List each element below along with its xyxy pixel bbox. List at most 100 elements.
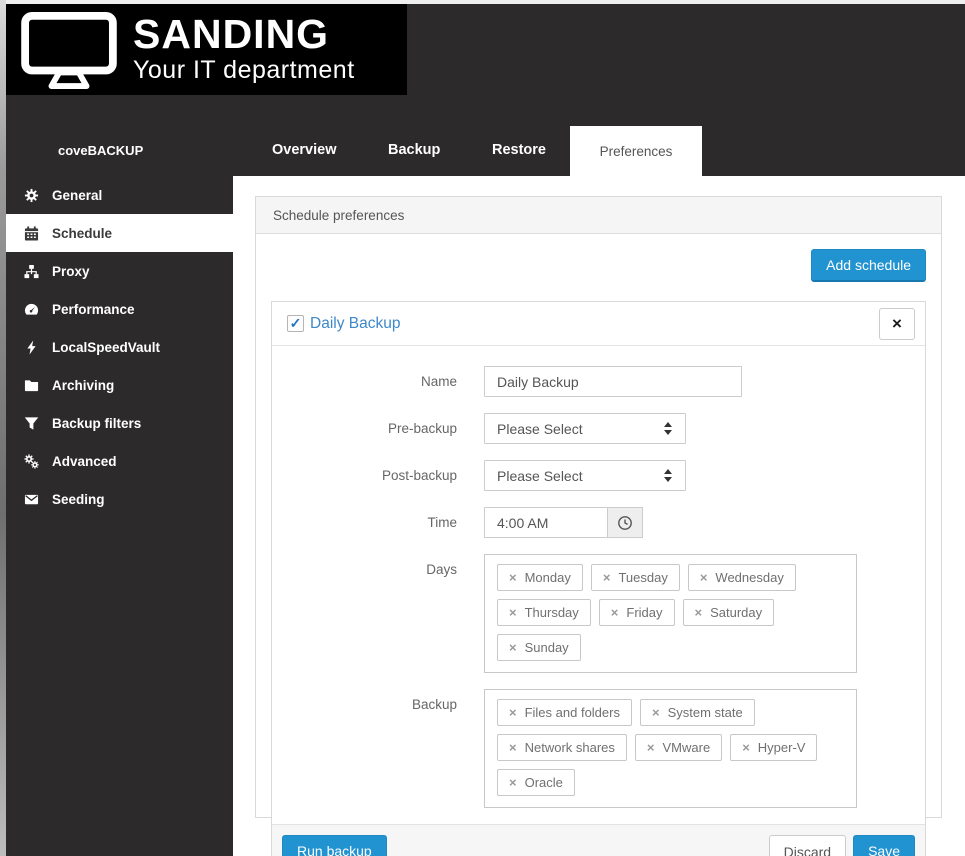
day-chip[interactable]: × Saturday (683, 599, 775, 626)
chip-label: VMware (663, 740, 711, 755)
tab-restore[interactable]: Restore (492, 142, 546, 158)
days-multiselect[interactable]: × Monday × Tuesday × Wednesday × Thursday ×Frida… (484, 554, 857, 673)
day-chip[interactable]: × Sunday (497, 634, 581, 661)
day-chip[interactable]: × Monday (497, 564, 583, 591)
chip-label: Saturday (710, 605, 762, 620)
days-row: Days ×Monday×Tuesday×Wednesday×Thursday×… (272, 554, 925, 673)
sidebar-item-label: Proxy (52, 264, 90, 279)
backup-chip[interactable]: × Network shares (497, 734, 627, 761)
pre-backup-select[interactable]: Please Select (484, 413, 686, 444)
chip-label: Monday (525, 570, 571, 585)
backup-row: Backup ×Files and folders×System state×N… (272, 689, 925, 808)
remove-icon[interactable]: × (700, 572, 708, 583)
backup-label: Backup (272, 689, 484, 808)
remove-icon[interactable]: × (509, 742, 517, 753)
schedule-preferences-panel: Schedule preferences Add schedule ✓ Dail… (255, 196, 942, 818)
envelope-icon (24, 492, 39, 507)
remove-icon[interactable]: × (695, 607, 703, 618)
remove-icon[interactable]: × (652, 707, 660, 718)
calendar-icon (24, 226, 39, 241)
monitor-icon (19, 11, 119, 89)
sidebar-item-seeding[interactable]: Seeding (0, 480, 233, 518)
tab-backup[interactable]: Backup (388, 142, 440, 158)
chip-label: Hyper-V (758, 740, 806, 755)
sitemap-icon (24, 264, 39, 279)
remove-icon[interactable]: × (509, 572, 517, 583)
name-label: Name (272, 366, 484, 397)
sidebar-item-label: Performance (52, 302, 135, 317)
sidebar-item-schedule[interactable]: Schedule (0, 214, 233, 252)
brand-tagline: Your IT department (133, 56, 355, 85)
schedule-card: ✓ Daily Backup × Name (271, 301, 926, 856)
sidebar-item-label: Advanced (52, 454, 117, 469)
day-chip[interactable]: × Thursday (497, 599, 591, 626)
sidebar-item-proxy[interactable]: Proxy (0, 252, 233, 290)
sidebar: General Schedule Proxy (0, 176, 233, 856)
remove-icon[interactable]: × (509, 607, 517, 618)
name-row: Name (272, 366, 925, 397)
tab-preferences[interactable]: Preferences (570, 126, 702, 176)
pre-backup-label: Pre-backup (272, 413, 484, 444)
backup-chip[interactable]: × VMware (635, 734, 722, 761)
remove-icon[interactable]: × (603, 572, 611, 583)
sidebar-item-label: General (52, 188, 102, 203)
day-chip[interactable]: × Tuesday (591, 564, 680, 591)
add-schedule-button[interactable]: Add schedule (811, 249, 926, 282)
chip-label: Tuesday (618, 570, 667, 585)
remove-icon[interactable]: × (742, 742, 750, 753)
name-input[interactable] (484, 366, 742, 397)
chip-label: System state (668, 705, 743, 720)
tab-overview[interactable]: Overview (272, 142, 337, 158)
schedule-enabled-checkbox[interactable]: ✓ (287, 315, 304, 332)
cogs-icon (24, 454, 39, 469)
sidebar-item-general[interactable]: General (0, 176, 233, 214)
folder-icon (24, 378, 39, 393)
remove-icon[interactable]: × (509, 642, 517, 653)
app-window: SANDING Your IT department coveBACKUP Ov… (0, 0, 965, 856)
remove-icon[interactable]: × (509, 777, 517, 788)
backup-chip[interactable]: ×Files and folders (497, 699, 632, 726)
backup-chip[interactable]: ×Oracle (497, 769, 575, 796)
schedule-card-footer: Run backup Discard Save (272, 824, 925, 856)
day-chip[interactable]: ×Friday (599, 599, 675, 626)
remove-icon[interactable]: × (647, 742, 655, 753)
backup-chip[interactable]: × Hyper-V (730, 734, 817, 761)
sidebar-item-localspeedvault[interactable]: LocalSpeedVault (0, 328, 233, 366)
chip-label: Wednesday (715, 570, 783, 585)
run-backup-button[interactable]: Run backup (282, 835, 387, 856)
chip-label: Sunday (525, 640, 569, 655)
sidebar-item-advanced[interactable]: Advanced (0, 442, 233, 480)
remove-icon[interactable]: × (611, 607, 619, 618)
schedule-card-header: ✓ Daily Backup × (272, 302, 925, 346)
backup-chip[interactable]: × System state (640, 699, 755, 726)
sidebar-item-label: Seeding (52, 492, 105, 507)
panel-title: Schedule preferences (273, 208, 404, 223)
sidebar-item-performance[interactable]: Performance (0, 290, 233, 328)
brand-name: SANDING (133, 14, 355, 54)
panel-header: Schedule preferences (256, 197, 941, 234)
backup-multiselect[interactable]: ×Files and folders×System state×Network … (484, 689, 857, 808)
chip-label: Network shares (525, 740, 615, 755)
select-caret-icon (664, 469, 674, 482)
chip-label: Thursday (525, 605, 579, 620)
main-content: Schedule preferences Add schedule ✓ Dail… (233, 176, 965, 856)
discard-button[interactable]: Discard (769, 835, 846, 856)
sidebar-item-archiving[interactable]: Archiving (0, 366, 233, 404)
sidebar-item-backup-filters[interactable]: Backup filters (0, 404, 233, 442)
sidebar-item-label: Archiving (52, 378, 114, 393)
product-name: coveBACKUP (58, 143, 143, 158)
time-input[interactable] (484, 507, 607, 538)
day-chip[interactable]: × Wednesday (688, 564, 796, 591)
post-backup-selected-value: Please Select (497, 468, 583, 484)
select-caret-icon (664, 422, 674, 435)
time-picker-button[interactable] (607, 507, 643, 538)
post-backup-select[interactable]: Please Select (484, 460, 686, 491)
save-button[interactable]: Save (853, 835, 915, 856)
window-top-edge (0, 0, 965, 4)
sidebar-item-label: Backup filters (52, 416, 141, 431)
close-icon[interactable]: × (879, 308, 915, 340)
bolt-icon (24, 340, 39, 355)
gear-icon (24, 188, 39, 203)
remove-icon[interactable]: × (509, 707, 517, 718)
header: SANDING Your IT department coveBACKUP Ov… (0, 0, 965, 176)
